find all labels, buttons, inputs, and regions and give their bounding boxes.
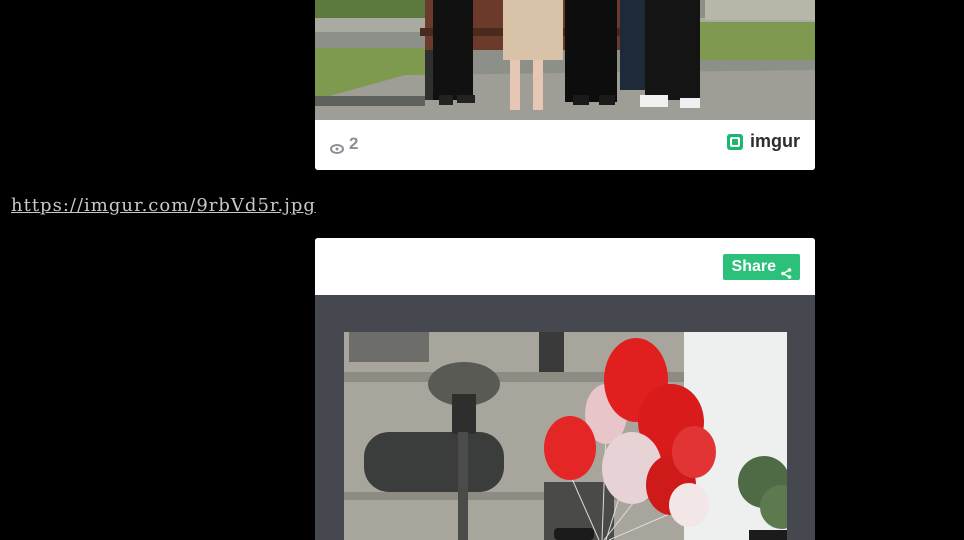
- brand-name: imgur: [749, 131, 800, 151]
- imgur-embed-card-2: Share: [315, 238, 815, 540]
- embed-header: Share: [315, 238, 815, 295]
- image-url-link[interactable]: https://imgur.com/9rbVd5r.jpg: [11, 195, 316, 216]
- eye-icon: [330, 139, 344, 154]
- embed-media-area: [315, 295, 815, 540]
- group-photo: [315, 0, 815, 120]
- share-icon: [781, 262, 792, 279]
- view-count: 2: [330, 134, 358, 154]
- embed-footer: 2 imgur: [315, 120, 815, 170]
- imgur-embed-card: 2 imgur: [315, 0, 815, 170]
- imgur-logo-icon: [726, 133, 744, 151]
- share-label: Share: [731, 258, 776, 275]
- share-button[interactable]: Share: [722, 254, 800, 280]
- balloons-photo: [344, 332, 787, 540]
- view-count-value: 2: [349, 134, 359, 153]
- post-image-group[interactable]: [315, 0, 815, 120]
- page: 2 imgur https://imgur.com/9rbVd5r.jpg Sh…: [0, 0, 964, 540]
- imgur-brand-link[interactable]: imgur: [726, 131, 800, 152]
- post-image-balloons[interactable]: [344, 332, 787, 540]
